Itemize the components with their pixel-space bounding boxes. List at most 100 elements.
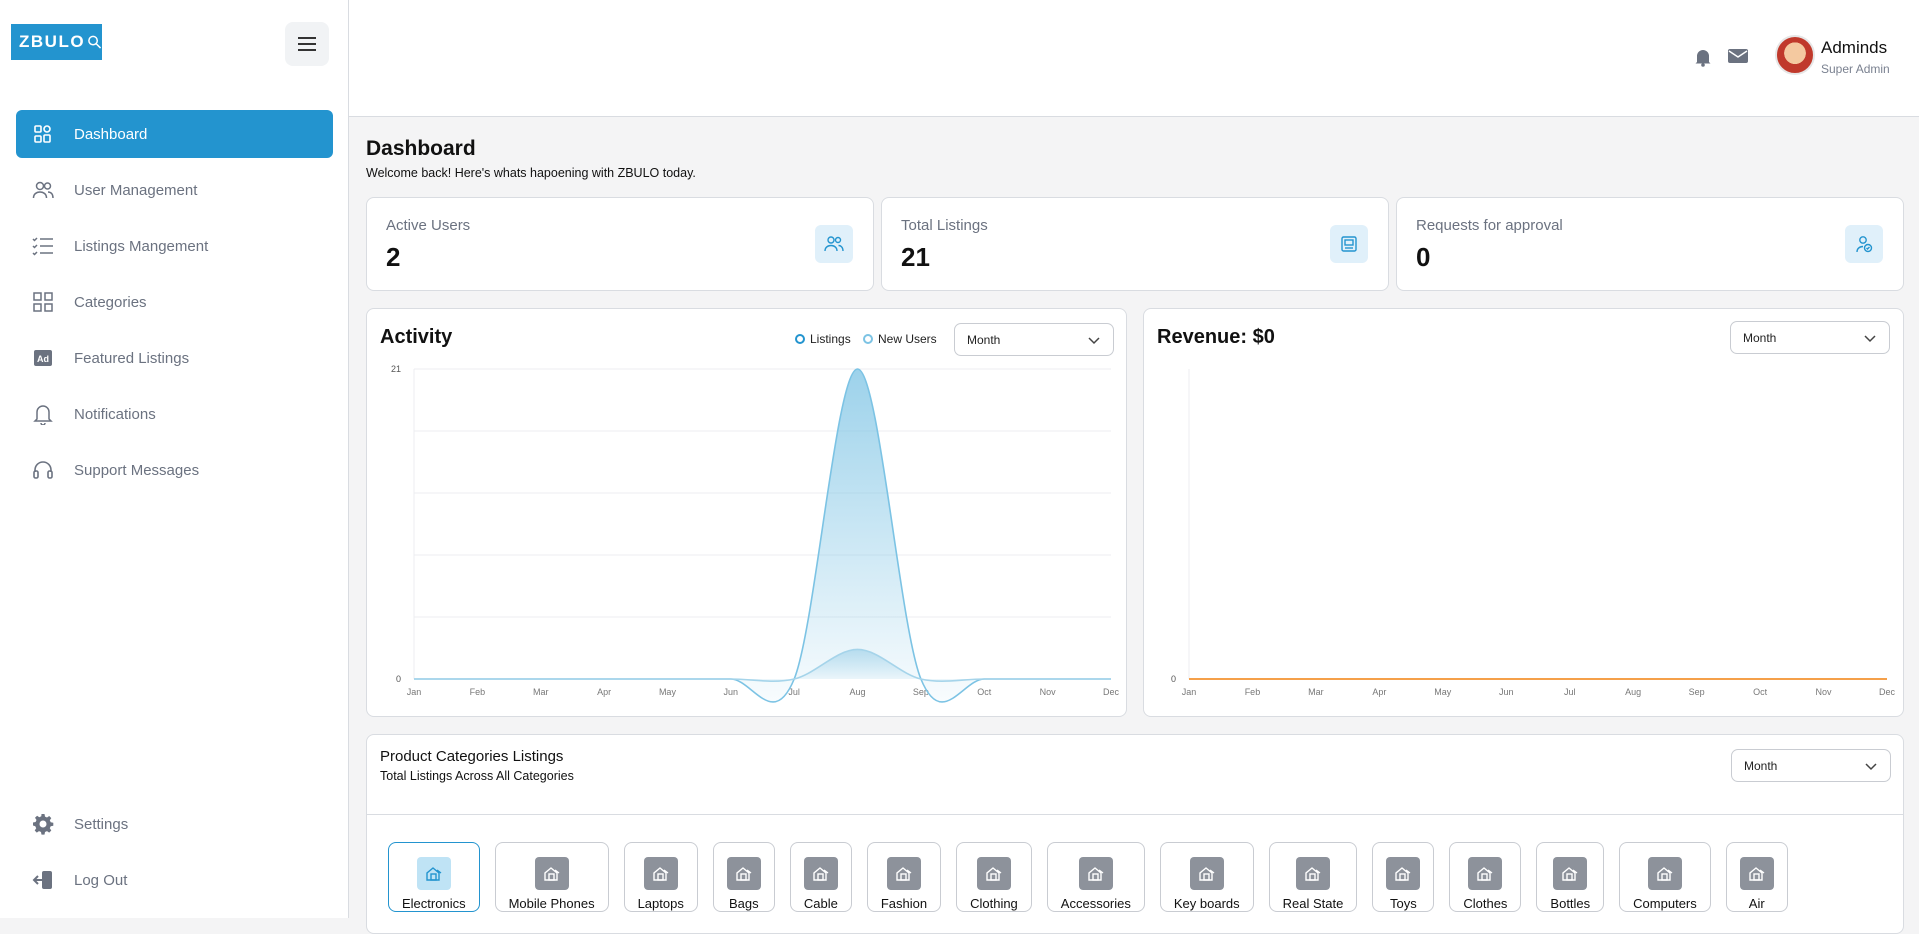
sidebar-item-listings-management[interactable]: Listings Mangement bbox=[16, 222, 333, 270]
logout-icon bbox=[32, 869, 54, 891]
listing-category-icon bbox=[643, 857, 678, 890]
mail-icon[interactable] bbox=[1727, 47, 1749, 72]
sidebar-item-label: Categories bbox=[74, 293, 147, 311]
ad-icon: Ad bbox=[32, 347, 54, 369]
listing-icon bbox=[1330, 225, 1368, 263]
panel-subtitle: Total Listings Across All Categories bbox=[380, 769, 574, 783]
category-tile[interactable]: Computers bbox=[1619, 842, 1711, 912]
listing-category-icon bbox=[726, 857, 761, 890]
category-label: Cable bbox=[803, 896, 838, 911]
category-tile[interactable]: Key boards bbox=[1159, 842, 1254, 912]
listing-category-icon bbox=[1553, 857, 1588, 890]
category-tile[interactable]: Electronics bbox=[388, 842, 480, 912]
category-tiles: Electronics Mobile Phones Laptops Bags Cable… bbox=[388, 842, 1788, 912]
category-tile[interactable]: Air bbox=[1725, 842, 1788, 912]
page-subtitle: Welcome back! Here's whats hapoening wit… bbox=[366, 166, 696, 180]
avatar[interactable] bbox=[1775, 35, 1815, 75]
sidebar-bottom-nav: Settings Log Out bbox=[16, 800, 333, 912]
sidebar-item-notifications[interactable]: Notifications bbox=[16, 390, 333, 438]
sidebar-item-label: Support Messages bbox=[74, 461, 200, 479]
category-tile[interactable]: Accessories bbox=[1046, 842, 1145, 912]
x-tick-label: Feb bbox=[470, 687, 486, 697]
x-tick-label: Jul bbox=[1564, 687, 1576, 697]
listing-category-icon bbox=[1739, 857, 1774, 890]
user-name[interactable]: Adminds bbox=[1821, 38, 1887, 58]
x-tick-label: May bbox=[1434, 687, 1452, 697]
category-tile[interactable]: Mobile Phones bbox=[494, 842, 609, 912]
category-tile[interactable]: Laptops bbox=[623, 842, 698, 912]
stat-label: Requests for approval bbox=[1416, 217, 1563, 234]
category-label: Computers bbox=[1633, 896, 1697, 911]
sidebar-item-label: Log Out bbox=[74, 871, 128, 889]
dashboard-icon bbox=[32, 123, 54, 145]
category-tile[interactable]: Fashion bbox=[866, 842, 942, 912]
category-label: Air bbox=[1748, 896, 1765, 911]
sidebar-item-settings[interactable]: Settings bbox=[16, 800, 333, 848]
sidebar-item-support-messages[interactable]: Support Messages bbox=[16, 446, 333, 494]
category-label: Clothing bbox=[970, 896, 1018, 911]
category-tile[interactable]: Cable bbox=[789, 842, 852, 912]
sidebar-item-logout[interactable]: Log Out bbox=[16, 856, 333, 904]
menu-toggle-button[interactable] bbox=[285, 22, 329, 66]
gear-icon bbox=[32, 813, 54, 835]
sidebar-item-dashboard[interactable]: Dashboard bbox=[16, 110, 333, 158]
sidebar-item-featured-listings[interactable]: Ad Featured Listings bbox=[16, 334, 333, 382]
series-area bbox=[414, 369, 1111, 702]
categories-period-select[interactable]: Month bbox=[1731, 749, 1891, 782]
activity-chart-card: Activity Listings New Users Month 0 21 Jan… bbox=[366, 308, 1127, 717]
category-label: Key boards bbox=[1173, 896, 1240, 911]
categories-panel: Product Categories Listings Total Listin… bbox=[366, 734, 1904, 934]
series-line[interactable] bbox=[413, 648, 1111, 682]
category-tile[interactable]: Real State bbox=[1268, 842, 1358, 912]
stat-card-active-users: Active Users 2 bbox=[366, 197, 874, 291]
top-bar-icons bbox=[1693, 47, 1749, 72]
category-label: Real State bbox=[1282, 896, 1344, 911]
x-tick-label: Nov bbox=[1816, 687, 1833, 697]
category-tile[interactable]: Clothing bbox=[956, 842, 1032, 912]
series-line[interactable] bbox=[413, 368, 1111, 703]
category-tile[interactable]: Bags bbox=[712, 842, 775, 912]
category-label: Electronics bbox=[402, 896, 466, 911]
x-tick-label: Jun bbox=[1499, 687, 1514, 697]
category-tile[interactable]: Toys bbox=[1372, 842, 1435, 912]
stat-card-total-listings: Total Listings 21 bbox=[881, 197, 1389, 291]
users-icon bbox=[32, 179, 54, 201]
x-tick-label: Nov bbox=[1040, 687, 1057, 697]
category-tile[interactable]: Bottles bbox=[1536, 842, 1605, 912]
listing-category-icon bbox=[1078, 857, 1113, 890]
list-check-icon bbox=[32, 235, 54, 257]
category-label: Laptops bbox=[637, 896, 684, 911]
user-role: Super Admin bbox=[1821, 62, 1890, 76]
sidebar-item-label: Notifications bbox=[74, 405, 156, 423]
revenue-chart-card: Revenue: $0 Month 0 Jan Feb Mar Apr May Jun Jul… bbox=[1143, 308, 1904, 717]
grid-icon bbox=[32, 291, 54, 313]
stat-value: 21 bbox=[901, 242, 930, 272]
sidebar-item-user-management[interactable]: User Management bbox=[16, 166, 333, 214]
listing-category-icon bbox=[534, 857, 569, 890]
top-bar bbox=[349, 0, 1919, 117]
listing-category-icon bbox=[886, 857, 921, 890]
listing-category-icon bbox=[803, 857, 838, 890]
category-tile[interactable]: Clothes bbox=[1449, 842, 1522, 912]
x-tick-label: Mar bbox=[533, 687, 549, 697]
sidebar-item-label: Featured Listings bbox=[74, 349, 190, 367]
stat-card-requests-for-approval: Requests for approval 0 bbox=[1396, 197, 1904, 291]
category-label: Mobile Phones bbox=[508, 896, 595, 911]
logo-text: ZBULO bbox=[19, 32, 86, 51]
x-tick-label: Dec bbox=[1103, 687, 1120, 697]
category-label: Clothes bbox=[1463, 896, 1508, 911]
x-tick-label: Mar bbox=[1308, 687, 1324, 697]
user-check-icon bbox=[1845, 225, 1883, 263]
logo[interactable]: ZBULO bbox=[11, 24, 102, 60]
x-tick-label: Aug bbox=[1625, 687, 1641, 697]
listing-category-icon bbox=[1647, 857, 1682, 890]
chevron-down-icon bbox=[1865, 763, 1877, 771]
x-tick-label: Sep bbox=[1689, 687, 1705, 697]
sidebar-item-categories[interactable]: Categories bbox=[16, 278, 333, 326]
category-label: Bottles bbox=[1550, 896, 1591, 911]
hamburger-icon bbox=[298, 37, 316, 51]
bell-icon[interactable] bbox=[1693, 47, 1713, 72]
category-label: Bags bbox=[729, 896, 759, 911]
series-area bbox=[414, 649, 1111, 682]
stat-value: 2 bbox=[386, 242, 401, 272]
